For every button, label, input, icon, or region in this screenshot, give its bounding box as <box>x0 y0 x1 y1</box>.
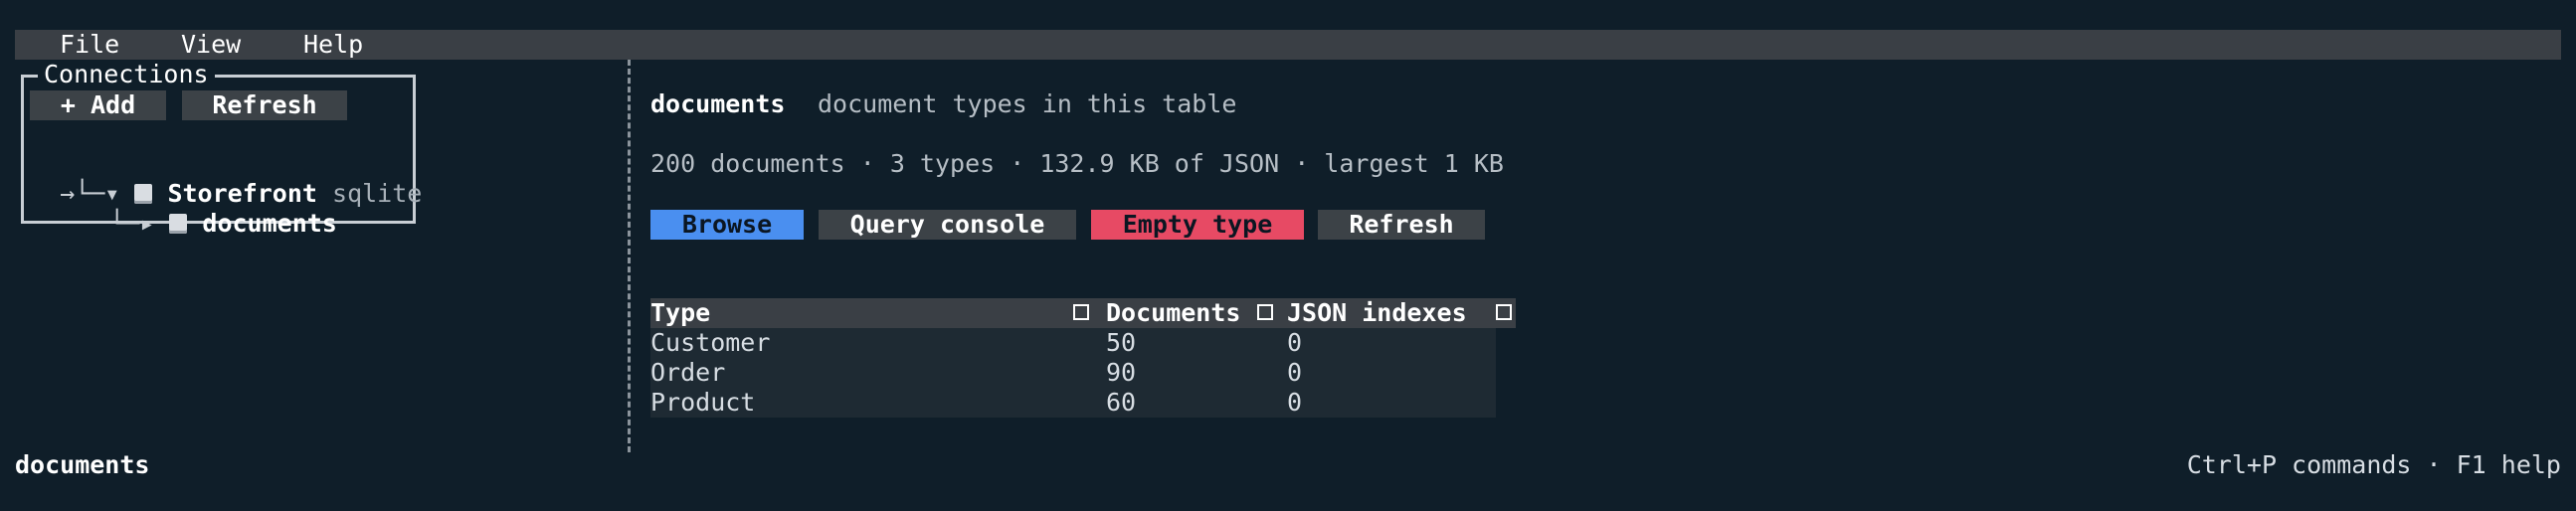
square-icon <box>1068 298 1093 328</box>
page-subtitle: document types in this table <box>818 89 1237 118</box>
menu-file[interactable]: File <box>60 30 119 60</box>
browse-button[interactable]: Browse <box>650 210 804 240</box>
column-header-documents[interactable]: Documents <box>1106 298 1240 328</box>
tree-item-documents[interactable]: └─▸ documents <box>80 179 337 239</box>
table-row[interactable]: Customer 50 0 <box>650 328 1516 358</box>
square-icon <box>1252 298 1277 328</box>
table-row[interactable]: Order 90 0 <box>650 358 1516 388</box>
refresh-connections-button[interactable]: Refresh <box>182 90 347 120</box>
table-stats: 200 documents · 3 types · 132.9 KB of JS… <box>650 149 1504 178</box>
cell-type: Product <box>650 388 756 417</box>
connection-type: sqlite <box>332 179 423 208</box>
cell-json-indexes: 0 <box>1287 358 1303 387</box>
cell-documents: 60 <box>1106 388 1137 417</box>
column-header-type[interactable]: Type <box>650 298 710 328</box>
page-title: documents <box>650 89 786 118</box>
cell-documents: 50 <box>1106 328 1137 357</box>
table-icon <box>169 214 188 234</box>
connections-title: Connections <box>38 60 215 89</box>
table-row[interactable]: Product 60 0 <box>650 388 1516 418</box>
square-icon <box>1491 298 1516 328</box>
cell-type: Customer <box>650 328 771 357</box>
table-scroll-gutter <box>1496 328 1516 418</box>
column-header-json-indexes[interactable]: JSON indexes <box>1287 298 1467 328</box>
tree-branch-glyph: └─▸ <box>109 209 170 238</box>
status-context: documents <box>15 450 150 479</box>
add-connection-button[interactable]: + Add <box>30 90 166 120</box>
menu-view[interactable]: View <box>181 30 241 60</box>
menu-bar: File View Help <box>15 30 2561 60</box>
cell-json-indexes: 0 <box>1287 328 1303 357</box>
empty-type-button[interactable]: Empty type <box>1091 210 1304 240</box>
status-help-hint: Ctrl+P commands · F1 help <box>2186 450 2561 479</box>
query-console-button[interactable]: Query console <box>819 210 1076 240</box>
refresh-button[interactable]: Refresh <box>1318 210 1485 240</box>
cell-type: Order <box>650 358 726 387</box>
cell-documents: 90 <box>1106 358 1137 387</box>
pane-divider[interactable] <box>628 60 631 452</box>
cell-json-indexes: 0 <box>1287 388 1303 417</box>
document-types-table: Type Documents JSON indexes Customer 50 … <box>650 298 1516 418</box>
menu-help[interactable]: Help <box>303 30 363 60</box>
table-name: documents <box>202 209 337 238</box>
table-header-row: Type Documents JSON indexes <box>650 298 1516 328</box>
